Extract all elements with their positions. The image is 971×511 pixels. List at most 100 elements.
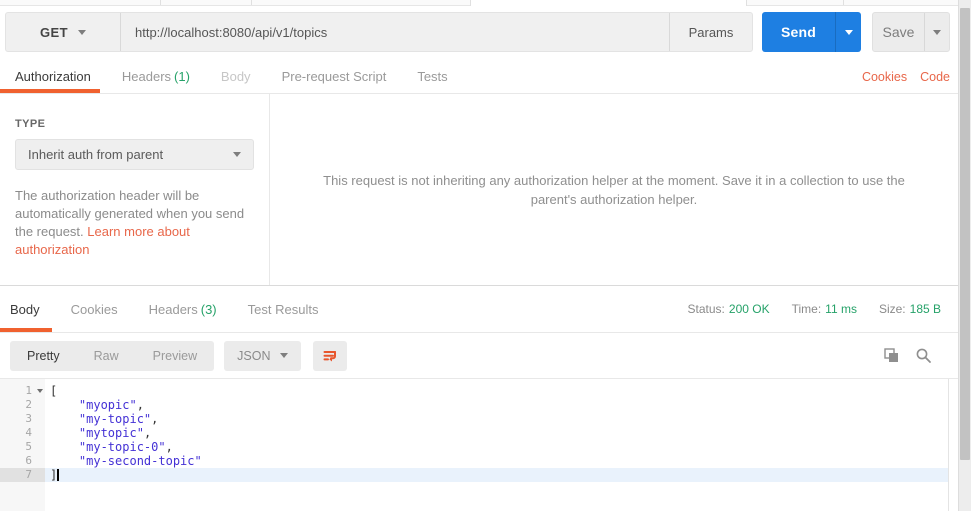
status-badge: Status: 200 OK bbox=[688, 302, 770, 316]
code-text: ] bbox=[50, 468, 59, 482]
method-label: GET bbox=[40, 24, 68, 40]
code-text: "mytopic", bbox=[78, 426, 152, 440]
response-panel: Body Cookies Headers (3) Test Results Sta… bbox=[0, 285, 958, 511]
line-number: 7 bbox=[0, 468, 45, 482]
code-text: "my-second-topic" bbox=[78, 454, 202, 468]
send-button[interactable]: Send bbox=[762, 12, 861, 52]
active-response-tab-underline bbox=[0, 328, 52, 332]
send-options-dropdown[interactable] bbox=[835, 12, 861, 52]
line-number-text: 1 bbox=[25, 384, 32, 397]
tab-body[interactable]: Body bbox=[221, 69, 251, 84]
chevron-down-icon bbox=[233, 152, 241, 157]
active-tab-remnant bbox=[470, 0, 747, 6]
line-number: 6 bbox=[0, 454, 45, 468]
fold-icon[interactable] bbox=[37, 389, 43, 393]
code-lines: 1 [ 2 "myopic", 3 "my-topic", 4 "mytopic… bbox=[0, 384, 948, 482]
chevron-down-icon bbox=[280, 353, 289, 358]
code-text: "myopic", bbox=[78, 398, 144, 412]
wrap-lines-button[interactable] bbox=[313, 340, 348, 371]
tab-headers[interactable]: Headers (1) bbox=[122, 69, 190, 84]
authorization-panel: TYPE Inherit auth from parent The author… bbox=[0, 94, 958, 285]
status-value: 200 OK bbox=[728, 302, 770, 316]
line-number: 5 bbox=[0, 440, 45, 454]
save-options-dropdown[interactable] bbox=[924, 13, 949, 51]
active-tab-underline bbox=[0, 89, 100, 93]
save-button-label: Save bbox=[882, 24, 915, 40]
response-tools bbox=[883, 347, 932, 364]
tab-pre-request-script[interactable]: Pre-request Script bbox=[282, 69, 387, 84]
chevron-down-icon bbox=[844, 29, 853, 35]
response-tab-body[interactable]: Body bbox=[10, 302, 40, 317]
view-mode-raw[interactable]: Raw bbox=[77, 341, 136, 371]
line-number: 2 bbox=[0, 398, 45, 412]
code-line[interactable]: 5 "my-topic-0", bbox=[0, 440, 948, 454]
request-tabs: Authorization Headers (1) Body Pre-reques… bbox=[0, 60, 958, 94]
tab-tests[interactable]: Tests bbox=[417, 69, 447, 84]
code-line-active[interactable]: 7 ] bbox=[0, 468, 948, 482]
response-headers-count-badge: (3) bbox=[200, 301, 217, 317]
code-line[interactable]: 1 [ bbox=[0, 384, 948, 398]
response-body-editor[interactable]: 1 [ 2 "myopic", 3 "my-topic", 4 "mytopic… bbox=[0, 379, 958, 511]
time-label: Time: bbox=[791, 302, 822, 316]
response-toolbar: Pretty Raw Preview JSON bbox=[0, 333, 958, 379]
code-link[interactable]: Code bbox=[920, 70, 950, 84]
view-mode-switcher: Pretty Raw Preview bbox=[10, 340, 215, 371]
tab-headers-label: Headers bbox=[121, 69, 172, 84]
response-tab-cookies[interactable]: Cookies bbox=[71, 302, 118, 317]
copy-icon[interactable] bbox=[883, 347, 900, 364]
auth-type-dropdown[interactable]: Inherit auth from parent bbox=[15, 139, 254, 170]
line-number: 3 bbox=[0, 412, 45, 426]
editor-right-edge bbox=[948, 379, 949, 511]
time-value: 11 ms bbox=[825, 302, 857, 316]
tab-divider bbox=[251, 0, 252, 5]
headers-count-badge: (1) bbox=[174, 69, 190, 84]
method-dropdown[interactable]: GET bbox=[6, 13, 121, 51]
tab-divider bbox=[843, 0, 844, 5]
response-tab-test-results[interactable]: Test Results bbox=[248, 302, 319, 317]
cookies-link[interactable]: Cookies bbox=[862, 70, 907, 84]
save-button[interactable]: Save bbox=[872, 12, 950, 52]
view-mode-preview[interactable]: Preview bbox=[136, 341, 214, 371]
auth-type-column: TYPE Inherit auth from parent The author… bbox=[0, 94, 270, 285]
response-headers-label: Headers bbox=[148, 301, 198, 317]
format-value: JSON bbox=[237, 348, 271, 363]
code-line[interactable]: 6 "my-second-topic" bbox=[0, 454, 948, 468]
tab-divider bbox=[160, 0, 161, 5]
size-badge: Size: 185 B bbox=[879, 302, 941, 316]
status-label: Status: bbox=[687, 302, 725, 316]
type-label: TYPE bbox=[15, 118, 46, 130]
line-number: 4 bbox=[0, 426, 45, 440]
line-number: 1 bbox=[0, 384, 45, 398]
auth-type-value: Inherit auth from parent bbox=[28, 147, 164, 162]
url-input[interactable] bbox=[121, 13, 669, 51]
scrollbar-thumb[interactable] bbox=[960, 8, 970, 460]
tab-bar-remnant bbox=[0, 0, 958, 6]
code-line[interactable]: 4 "mytopic", bbox=[0, 426, 948, 440]
response-tab-headers[interactable]: Headers (3) bbox=[149, 302, 217, 317]
format-dropdown[interactable]: JSON bbox=[224, 340, 302, 371]
cookies-code-links: Cookies Code bbox=[862, 70, 950, 84]
params-button[interactable]: Params bbox=[669, 13, 752, 51]
chevron-down-icon bbox=[77, 29, 86, 35]
text-cursor bbox=[57, 469, 59, 481]
vertical-scrollbar[interactable] bbox=[958, 0, 971, 511]
auth-help-text: The authorization header will be automat… bbox=[15, 187, 253, 259]
chevron-down-icon bbox=[933, 29, 941, 35]
code-text: [ bbox=[50, 384, 58, 398]
time-badge: Time: 11 ms bbox=[792, 302, 857, 316]
code-line[interactable]: 3 "my-topic", bbox=[0, 412, 948, 426]
tab-authorization[interactable]: Authorization bbox=[15, 69, 91, 84]
view-mode-pretty[interactable]: Pretty bbox=[10, 341, 77, 371]
size-label: Size: bbox=[878, 302, 906, 316]
response-meta: Status: 200 OK Time: 11 ms Size: 185 B bbox=[688, 286, 941, 332]
auth-message-area: This request is not inheriting any autho… bbox=[270, 94, 958, 285]
code-text: "my-topic", bbox=[78, 412, 159, 426]
request-url-bar: GET Params bbox=[5, 12, 753, 52]
search-icon[interactable] bbox=[915, 347, 932, 364]
inherit-auth-message: This request is not inheriting any autho… bbox=[323, 172, 905, 207]
send-button-label: Send bbox=[780, 24, 817, 40]
code-line[interactable]: 2 "myopic", bbox=[0, 398, 948, 412]
size-value: 185 B bbox=[909, 302, 941, 316]
response-tabs: Body Cookies Headers (3) Test Results Sta… bbox=[0, 286, 958, 333]
wrap-lines-icon bbox=[322, 348, 338, 364]
